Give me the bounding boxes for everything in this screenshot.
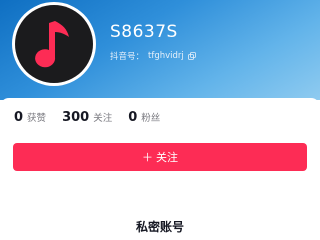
stat-followers-label: 粉丝 [141, 113, 161, 124]
plus-icon: ＋ [142, 151, 153, 164]
follow-button[interactable]: ＋ 关注 [13, 143, 307, 171]
music-note-icon [35, 21, 69, 68]
private-account-title: 私密账号 [135, 220, 184, 234]
copy-icon[interactable] [187, 52, 196, 60]
avatar[interactable] [12, 2, 96, 86]
profile-stats: 0 获赞 300 关注 0 粉丝 [14, 110, 176, 125]
stat-following[interactable]: 300 关注 [62, 110, 112, 125]
stat-followers[interactable]: 0 粉丝 [128, 110, 160, 125]
douyin-id: 抖音号： tfghvidrj [110, 50, 196, 62]
username: S8637S [110, 22, 178, 42]
stat-likes-value: 0 [14, 110, 24, 125]
stat-following-label: 关注 [93, 113, 113, 124]
douyin-id-label: 抖音号： [110, 52, 145, 62]
stat-likes-label: 获赞 [27, 113, 47, 124]
douyin-id-value: tfghvidrj [148, 51, 184, 61]
stat-followers-value: 0 [128, 110, 138, 125]
stat-likes[interactable]: 0 获赞 [14, 110, 46, 125]
stat-following-value: 300 [62, 110, 90, 125]
follow-button-label: 关注 [156, 151, 178, 164]
